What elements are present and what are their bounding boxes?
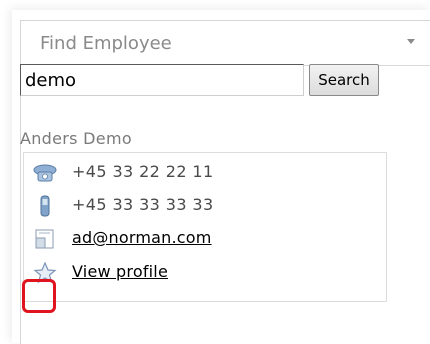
mobile-icon <box>32 194 58 218</box>
phone-icon <box>32 161 58 185</box>
profile-row: View profile <box>32 259 372 287</box>
email-row: ad@norman.com <box>32 225 372 253</box>
phone-row: +45 33 22 22 11 <box>32 159 372 187</box>
email-link[interactable]: ad@norman.com <box>72 228 212 247</box>
email-icon <box>32 227 58 251</box>
collapse-arrow-icon[interactable] <box>407 39 415 44</box>
view-profile-link[interactable]: View profile <box>72 262 168 281</box>
employee-name: Anders Demo <box>20 129 132 148</box>
search-button[interactable]: Search <box>309 64 379 96</box>
highlight-marker <box>22 279 56 313</box>
panel-title: Find Employee <box>40 33 172 54</box>
phone-number: +45 33 22 22 11 <box>72 162 214 181</box>
search-input[interactable] <box>20 64 304 96</box>
mobile-number: +45 33 33 33 33 <box>72 195 214 214</box>
contact-details: +45 33 22 22 11 +45 33 33 33 33 ad@norma… <box>23 152 387 302</box>
mobile-row: +45 33 33 33 33 <box>32 192 372 220</box>
panel-header[interactable]: Find Employee <box>21 21 430 66</box>
